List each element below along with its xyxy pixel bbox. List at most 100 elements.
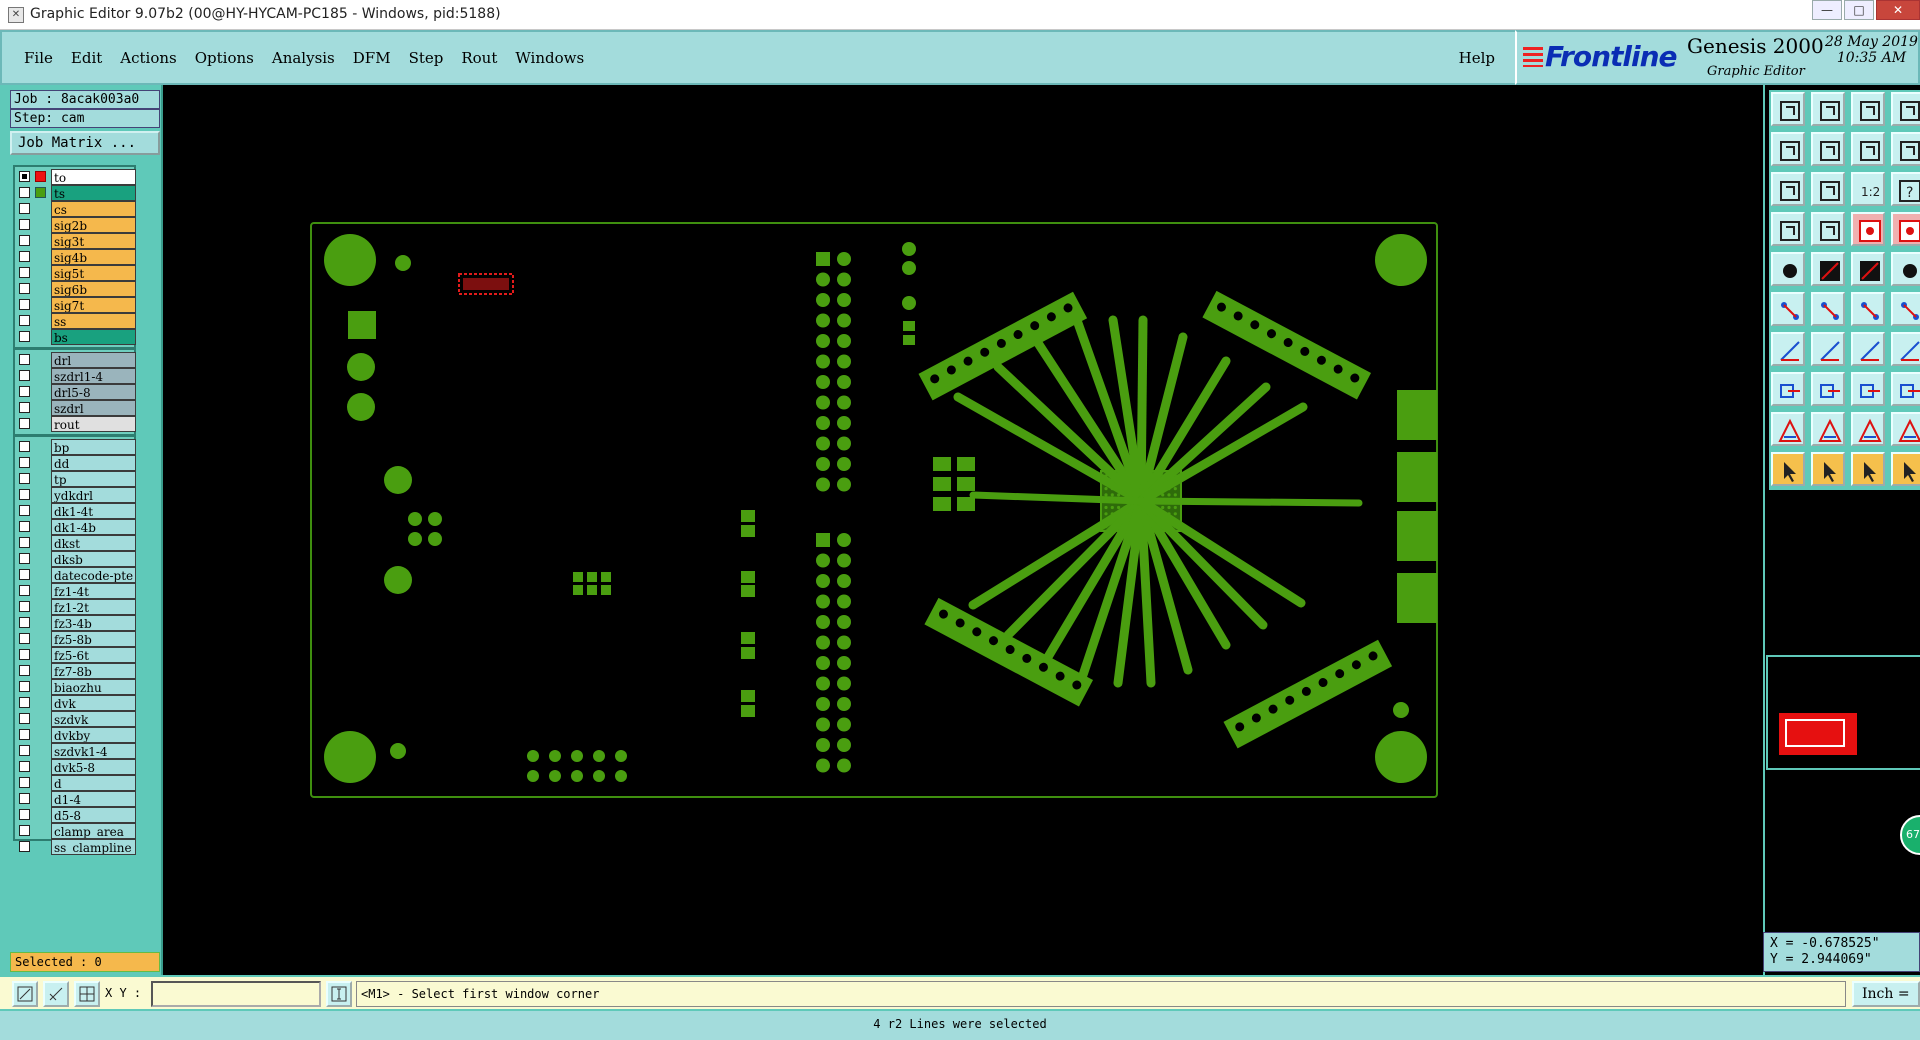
- layer-name[interactable]: fz5-8b: [51, 631, 136, 647]
- layer-name[interactable]: dvk5-8: [51, 759, 136, 775]
- flip-tool-button[interactable]: [1891, 332, 1920, 366]
- layer-checkbox[interactable]: [19, 187, 30, 198]
- layer-checkbox[interactable]: [19, 251, 30, 262]
- layer-row[interactable]: d5-8: [15, 807, 136, 823]
- a-round-tool-button[interactable]: [1891, 412, 1920, 446]
- layer-row[interactable]: sig2b: [15, 217, 136, 233]
- layer-checkbox[interactable]: [19, 745, 30, 756]
- layer-row[interactable]: fz1-2t: [15, 599, 136, 615]
- layer-name[interactable]: dkst: [51, 535, 136, 551]
- layer-name[interactable]: ts: [51, 185, 136, 201]
- layer-row[interactable]: szdvk: [15, 711, 136, 727]
- layer-checkbox[interactable]: [19, 171, 30, 182]
- layer-checkbox[interactable]: [19, 697, 30, 708]
- layer-name[interactable]: dvk: [51, 695, 136, 711]
- layer-checkbox[interactable]: [19, 761, 30, 772]
- layer-row[interactable]: fz1-4t: [15, 583, 136, 599]
- layer-checkbox[interactable]: [19, 235, 30, 246]
- layer-row[interactable]: clamp_area: [15, 823, 136, 839]
- layer-row[interactable]: bs: [15, 329, 136, 345]
- layer-checkbox[interactable]: [19, 283, 30, 294]
- pan-left-tool-button[interactable]: [1771, 132, 1805, 166]
- layer-checkbox[interactable]: [19, 521, 30, 532]
- angle-tool-button[interactable]: [1771, 332, 1805, 366]
- graphics-canvas[interactable]: [163, 85, 1763, 975]
- layer-row[interactable]: sig6b: [15, 281, 136, 297]
- layer-checkbox[interactable]: [19, 473, 30, 484]
- question-tool-button[interactable]: ?: [1891, 172, 1920, 206]
- layer-name[interactable]: ydkdrl: [51, 487, 136, 503]
- layer-checkbox[interactable]: [19, 729, 30, 740]
- layer-row[interactable]: szdvk1-4: [15, 743, 136, 759]
- layer-checkbox[interactable]: [19, 219, 30, 230]
- house-tool-button[interactable]: [1851, 92, 1885, 126]
- menu-help[interactable]: Help: [1459, 49, 1495, 67]
- layer-row[interactable]: ydkdrl: [15, 487, 136, 503]
- red-bar-tool-button[interactable]: [1851, 212, 1885, 246]
- arc-connect-tool-button[interactable]: [1891, 292, 1920, 326]
- layer-name[interactable]: datecode-pte: [51, 567, 136, 583]
- layer-checkbox[interactable]: [19, 713, 30, 724]
- layer-name[interactable]: bp: [51, 439, 136, 455]
- layer-row[interactable]: szdrl: [15, 400, 136, 416]
- layer-checkbox[interactable]: [19, 793, 30, 804]
- layer-row[interactable]: dksb: [15, 551, 136, 567]
- cursor-toggle-button[interactable]: [326, 981, 352, 1007]
- layer-row[interactable]: dk1-4t: [15, 503, 136, 519]
- measure-mode-button[interactable]: [12, 981, 38, 1007]
- layer-name[interactable]: fz5-6t: [51, 647, 136, 663]
- menu-step[interactable]: Step: [409, 49, 444, 67]
- layer-name[interactable]: dvkby: [51, 727, 136, 743]
- layer-checkbox[interactable]: [19, 633, 30, 644]
- layer-checkbox[interactable]: [19, 267, 30, 278]
- layer-name[interactable]: drl5-8: [51, 384, 136, 400]
- layer-row[interactable]: dd: [15, 455, 136, 471]
- minimize-button[interactable]: —: [1812, 0, 1842, 20]
- layer-name[interactable]: d1-4: [51, 791, 136, 807]
- layer-checkbox[interactable]: [19, 386, 30, 397]
- fit-tool-button[interactable]: [1771, 172, 1805, 206]
- layer-name[interactable]: to: [51, 169, 136, 185]
- layer-name[interactable]: sig3t: [51, 233, 136, 249]
- layer-row[interactable]: biaozhu: [15, 679, 136, 695]
- layers-tool-button[interactable]: [1891, 92, 1920, 126]
- center-tool-button[interactable]: [1811, 172, 1845, 206]
- layer-checkbox[interactable]: [19, 649, 30, 660]
- pcb-drawing[interactable]: [163, 85, 1763, 975]
- layer-checkbox[interactable]: [19, 553, 30, 564]
- layer-name[interactable]: d: [51, 775, 136, 791]
- layer-checkbox[interactable]: [19, 537, 30, 548]
- layer-name[interactable]: szdrl: [51, 400, 136, 416]
- pointer-tool-button[interactable]: [1771, 452, 1805, 486]
- line-tool-button[interactable]: [1851, 252, 1885, 286]
- zoom-toggle-tool-button[interactable]: [1851, 132, 1885, 166]
- outline-a-tool-button[interactable]: [1811, 412, 1845, 446]
- layer-checkbox[interactable]: [19, 777, 30, 788]
- layer-checkbox[interactable]: [19, 585, 30, 596]
- layer-row[interactable]: dvk: [15, 695, 136, 711]
- layer-checkbox[interactable]: [19, 315, 30, 326]
- dot-tool-button[interactable]: [1891, 252, 1920, 286]
- layer-row[interactable]: bp: [15, 439, 136, 455]
- measure-tool-button[interactable]: [1771, 212, 1805, 246]
- layer-checkbox[interactable]: [19, 299, 30, 310]
- layer-row[interactable]: fz5-8b: [15, 631, 136, 647]
- snap-tool-button[interactable]: [1811, 212, 1845, 246]
- layer-name[interactable]: fz1-4t: [51, 583, 136, 599]
- layer-name[interactable]: drl: [51, 352, 136, 368]
- menu-analysis[interactable]: Analysis: [272, 49, 335, 67]
- arc-tool-button[interactable]: [1851, 332, 1885, 366]
- job-matrix-button[interactable]: Job Matrix ...: [10, 131, 160, 155]
- layer-row[interactable]: dvkby: [15, 727, 136, 743]
- layer-checkbox[interactable]: [19, 601, 30, 612]
- layer-name[interactable]: ss_clampline: [51, 839, 136, 855]
- layer-name[interactable]: ss: [51, 313, 136, 329]
- layer-checkbox[interactable]: [19, 505, 30, 516]
- layer-name[interactable]: d5-8: [51, 807, 136, 823]
- layer-name[interactable]: dksb: [51, 551, 136, 567]
- layer-checkbox[interactable]: [19, 331, 30, 342]
- snap-mode-button[interactable]: [43, 981, 69, 1007]
- layer-checkbox[interactable]: [19, 681, 30, 692]
- layer-name[interactable]: tp: [51, 471, 136, 487]
- layer-checkbox[interactable]: [19, 441, 30, 452]
